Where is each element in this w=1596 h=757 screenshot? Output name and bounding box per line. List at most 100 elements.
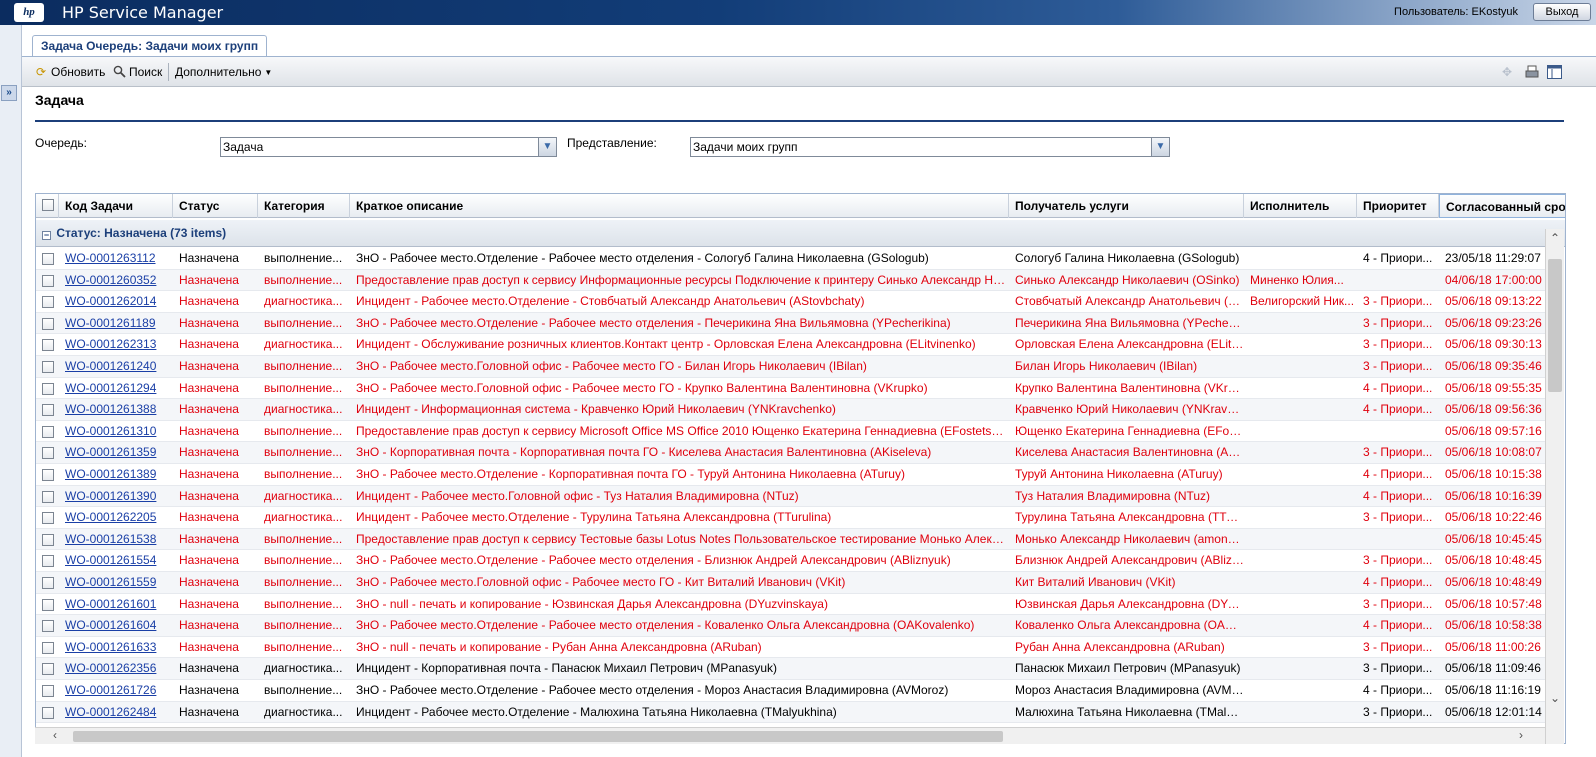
more-label: Дополнительно xyxy=(175,65,262,79)
task-id-link[interactable]: WO-0001262313 xyxy=(59,334,173,355)
tab-task-queue[interactable]: Задача Очередь: Задачи моих групп xyxy=(32,35,268,57)
column-header-id[interactable]: Код Задачи xyxy=(59,194,173,218)
task-id-link[interactable]: WO-0001261554 xyxy=(59,550,173,571)
task-id-link[interactable]: WO-0001261389 xyxy=(59,464,173,485)
row-checkbox[interactable] xyxy=(42,469,54,481)
table-row[interactable]: WO-0001261559 Назначена выполнение... ЗнО -… xyxy=(36,572,1545,594)
table-row[interactable]: WO-0001261601 Назначена выполнение... ЗнО -… xyxy=(36,594,1545,616)
task-id-link[interactable]: WO-0001261726 xyxy=(59,680,173,701)
collapse-icon[interactable]: − xyxy=(42,231,51,240)
table-row[interactable]: WO-0001261189 Назначена выполнение... ЗнО -… xyxy=(36,312,1545,335)
description-cell: Предоставление прав доступ к сервису Инф… xyxy=(356,272,1009,287)
horizontal-scroll-thumb[interactable] xyxy=(73,731,1003,742)
task-id-link[interactable]: WO-0001262205 xyxy=(59,507,173,528)
table-row[interactable]: WO-0001261390 Назначена диагностика... Инци… xyxy=(36,485,1545,508)
table-row[interactable]: WO-0001261310 Назначена выполнение... Предо… xyxy=(36,421,1545,443)
row-checkbox[interactable] xyxy=(42,555,54,568)
scroll-right-icon[interactable]: › xyxy=(1519,728,1523,742)
row-checkbox[interactable] xyxy=(42,317,54,330)
task-id-link[interactable]: WO-0001261294 xyxy=(59,378,173,399)
column-header-assignee[interactable]: Исполнитель xyxy=(1244,194,1357,218)
table-row[interactable]: WO-0001261604 Назначена выполнение... ЗнО -… xyxy=(36,615,1545,637)
row-checkbox[interactable] xyxy=(42,706,54,719)
row-checkbox[interactable] xyxy=(42,598,54,611)
row-checkbox[interactable] xyxy=(42,663,54,676)
task-id-link[interactable]: WO-0001262014 xyxy=(59,291,173,312)
print-icon[interactable] xyxy=(1525,64,1539,80)
table-row[interactable]: WO-0001263112 Назначена выполнение... ЗнО -… xyxy=(36,248,1545,270)
table-row[interactable]: WO-0001261294 Назначена выполнение... ЗнО -… xyxy=(36,378,1545,400)
vertical-scrollbar[interactable]: ⌃ ⌄ xyxy=(1545,229,1564,744)
table-row[interactable]: WO-0001261726 Назначена выполнение... ЗнО -… xyxy=(36,680,1545,702)
row-checkbox[interactable] xyxy=(42,382,54,395)
row-checkbox[interactable] xyxy=(42,296,54,309)
row-checkbox[interactable] xyxy=(42,641,54,654)
row-checkbox[interactable] xyxy=(42,577,54,589)
table-row[interactable]: WO-0001262205 Назначена диагностика... Инци… xyxy=(36,507,1545,529)
table-row[interactable]: WO-0001262014 Назначена диагностика... Инци… xyxy=(36,291,1545,313)
task-id-link[interactable]: WO-0001261390 xyxy=(59,486,173,507)
table-row[interactable]: WO-0001261538 Назначена выполнение... Предо… xyxy=(36,528,1545,551)
row-checkbox[interactable] xyxy=(42,425,54,438)
column-header-category[interactable]: Категория xyxy=(258,194,350,218)
row-checkbox[interactable] xyxy=(42,253,54,265)
task-id-link[interactable]: WO-0001261604 xyxy=(59,615,173,636)
row-checkbox[interactable] xyxy=(42,361,54,373)
chevron-down-icon[interactable]: ▼ xyxy=(1151,138,1169,156)
column-header-recipient[interactable]: Получатель услуги xyxy=(1009,194,1244,218)
table-row[interactable]: WO-0001261359 Назначена выполнение... ЗнО -… xyxy=(36,442,1545,464)
task-id-link[interactable]: WO-0001261240 xyxy=(59,356,173,377)
more-menu-button[interactable]: Дополнительно ▼ xyxy=(175,64,272,80)
group-row-assigned[interactable]: − Статус: Назначена (73 items) xyxy=(36,220,1565,247)
link-icon[interactable]: ✥ xyxy=(1502,64,1512,80)
column-header-description[interactable]: Краткое описание xyxy=(350,194,1009,218)
view-select[interactable]: Задачи моих групп ▼ xyxy=(690,137,1170,157)
logout-button[interactable]: Выход xyxy=(1533,3,1591,21)
search-button[interactable]: Поиск xyxy=(112,64,162,80)
vertical-scroll-thumb[interactable] xyxy=(1548,259,1562,392)
task-id-link[interactable]: WO-0001261310 xyxy=(59,421,173,442)
queue-select[interactable]: Задача ▼ xyxy=(220,137,557,157)
task-id-link[interactable]: WO-0001263112 xyxy=(59,248,173,269)
row-checkbox[interactable] xyxy=(42,620,54,633)
task-id-link[interactable]: WO-0001261559 xyxy=(59,572,173,593)
row-checkbox[interactable] xyxy=(42,685,54,697)
scroll-up-icon[interactable]: ⌃ xyxy=(1550,231,1560,245)
expand-navigation-icon[interactable]: » xyxy=(1,85,17,101)
table-row[interactable]: WO-0001261633 Назначена выполнение... ЗнО -… xyxy=(36,637,1545,659)
table-row[interactable]: WO-0001262313 Назначена диагностика... Инци… xyxy=(36,334,1545,356)
task-id-link[interactable]: WO-0001261359 xyxy=(59,442,173,463)
row-checkbox[interactable] xyxy=(42,447,54,460)
row-checkbox[interactable] xyxy=(42,404,54,417)
task-id-link[interactable]: WO-0001261189 xyxy=(59,313,173,334)
row-checkbox[interactable] xyxy=(42,533,54,546)
row-checkbox[interactable] xyxy=(42,512,54,525)
table-row[interactable]: WO-0001260352 Назначена выполнение... Предо… xyxy=(36,269,1545,292)
scroll-down-icon[interactable]: ⌄ xyxy=(1550,691,1560,705)
column-header-deadline[interactable]: Согласованный срок xyxy=(1439,194,1565,218)
refresh-button[interactable]: ⟳ Обновить xyxy=(34,64,105,80)
select-all-checkbox[interactable] xyxy=(42,199,54,211)
task-id-link[interactable]: WO-0001261601 xyxy=(59,594,173,615)
table-row[interactable]: WO-0001262356 Назначена диагностика... Инци… xyxy=(36,658,1545,680)
row-checkbox[interactable] xyxy=(42,339,54,352)
table-row[interactable]: WO-0001261388 Назначена диагностика... Инци… xyxy=(36,399,1545,421)
task-id-link[interactable]: WO-0001261633 xyxy=(59,637,173,658)
task-id-link[interactable]: WO-0001262484 xyxy=(59,702,173,723)
scroll-left-icon[interactable]: ‹ xyxy=(53,728,57,742)
task-id-link[interactable]: WO-0001261538 xyxy=(59,529,173,550)
table-row[interactable]: WO-0001261554 Назначена выполнение... ЗнО -… xyxy=(36,550,1545,572)
table-row[interactable]: WO-0001261389 Назначена выполнение... ЗнО -… xyxy=(36,464,1545,486)
task-id-link[interactable]: WO-0001261388 xyxy=(59,399,173,420)
column-header-status[interactable]: Статус xyxy=(173,194,258,218)
table-row[interactable]: WO-0001262484 Назначена диагностика... Инци… xyxy=(36,701,1545,724)
row-checkbox[interactable] xyxy=(42,490,54,503)
layout-icon[interactable] xyxy=(1547,64,1562,80)
task-id-link[interactable]: WO-0001260352 xyxy=(59,270,173,291)
table-row[interactable]: WO-0001261240 Назначена выполнение... ЗнО -… xyxy=(36,356,1545,378)
chevron-down-icon[interactable]: ▼ xyxy=(538,138,556,156)
row-checkbox[interactable] xyxy=(42,274,54,287)
horizontal-scrollbar[interactable]: ‹ › xyxy=(35,727,1545,744)
column-header-priority[interactable]: Приоритет xyxy=(1357,194,1439,218)
task-id-link[interactable]: WO-0001262356 xyxy=(59,658,173,679)
